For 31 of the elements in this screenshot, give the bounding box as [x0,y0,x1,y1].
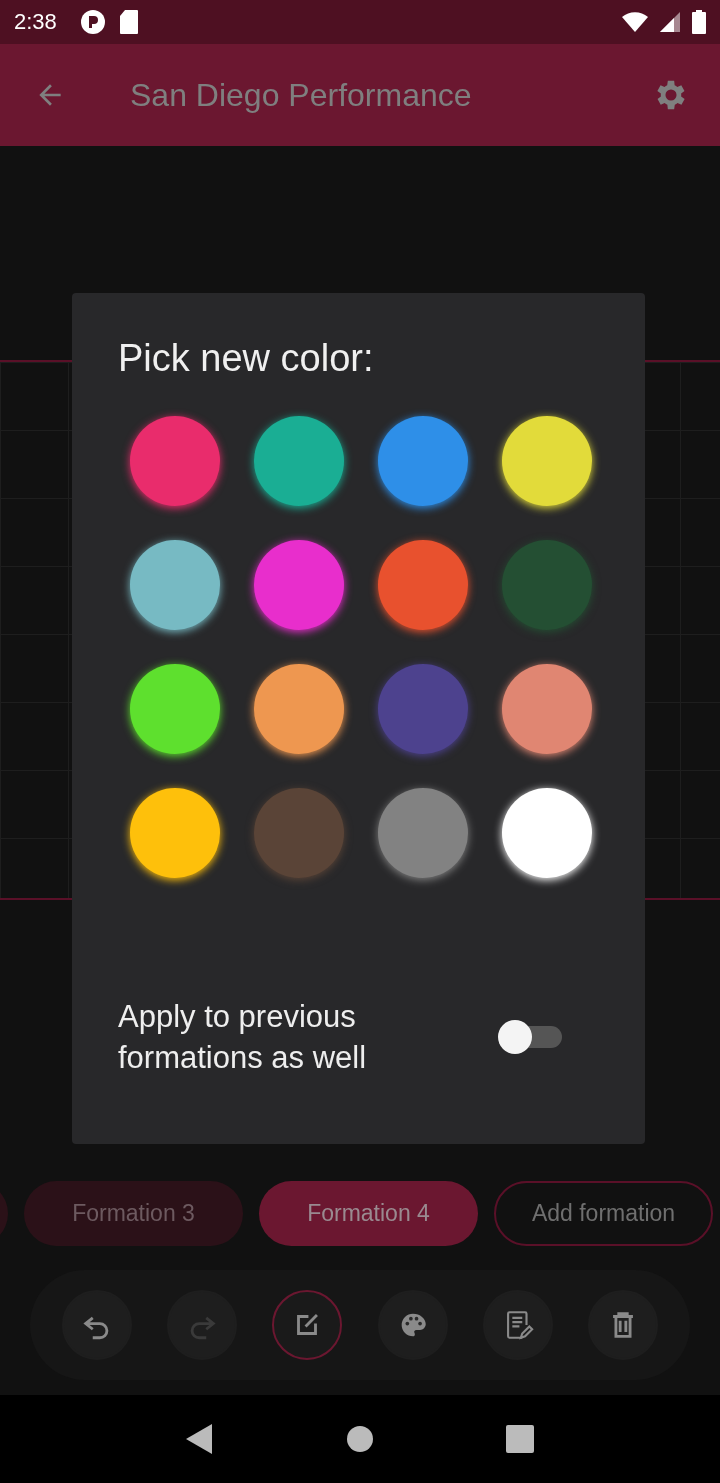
color-swatch[interactable] [130,416,220,506]
color-swatch[interactable] [254,788,344,878]
formation-chip[interactable]: Formation 3 [24,1181,243,1246]
dialog-title: Pick new color: [118,337,375,380]
toggle-label: Apply to previous formations as well [118,998,368,1077]
color-swatch[interactable] [130,664,220,754]
notification-icon [78,8,107,36]
color-swatch[interactable] [502,540,592,630]
color-swatch[interactable] [502,664,592,754]
color-swatch[interactable] [254,416,344,506]
battery-icon [692,10,706,34]
add-formation-button[interactable]: Add formation [494,1181,713,1246]
formation-chip[interactable]: Formation 4 [259,1181,478,1246]
color-swatch[interactable] [378,788,468,878]
wifi-icon [622,11,648,33]
home-icon[interactable] [346,1425,374,1453]
color-swatch[interactable] [378,416,468,506]
color-swatch[interactable] [254,664,344,754]
signal-icon [660,12,680,32]
color-swatch[interactable] [378,664,468,754]
back-icon[interactable] [186,1424,214,1454]
color-swatch[interactable] [130,540,220,630]
toggle-switch[interactable] [498,1020,564,1054]
color-swatch[interactable] [254,540,344,630]
status-time: 2:38 [14,9,57,35]
sd-card-icon [118,9,139,35]
color-swatch[interactable] [130,788,220,878]
color-swatch[interactable] [378,540,468,630]
color-swatch[interactable] [502,788,592,878]
screen-title: San Diego Performance [130,76,473,114]
color-swatch[interactable] [502,416,592,506]
